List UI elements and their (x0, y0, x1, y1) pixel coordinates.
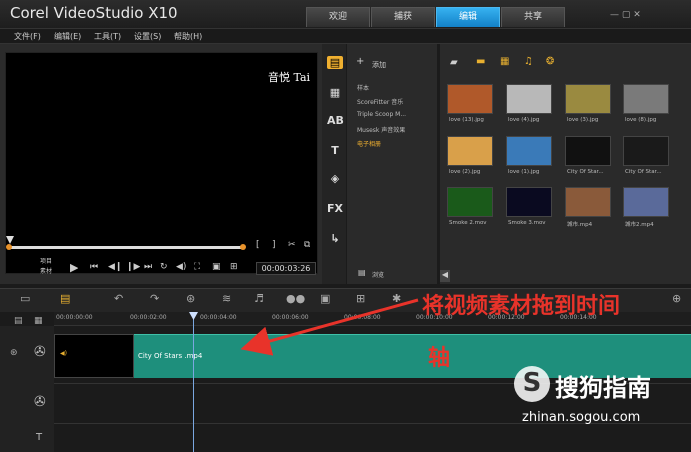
sogou-logo: S (514, 366, 550, 402)
sogou-name: 搜狗指南 (555, 374, 651, 402)
sogou-url: zhinan.sogou.com (522, 410, 641, 425)
annotation-text: 将视频素材拖到时间 (422, 294, 621, 319)
annotation-text-line2: 轴 (428, 346, 451, 371)
